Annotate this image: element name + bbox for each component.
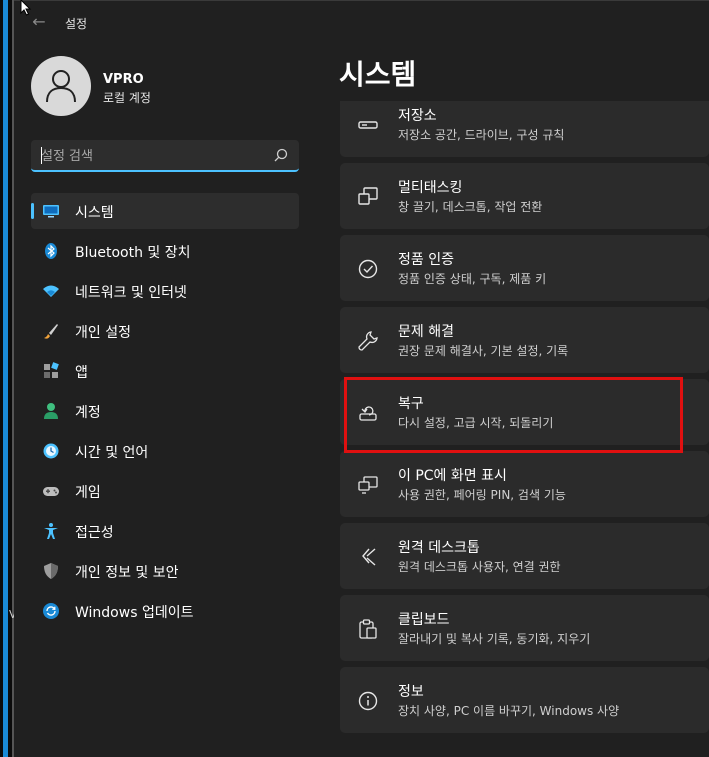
storage-icon (358, 121, 378, 129)
card-activation[interactable]: 정품 인증 정품 인증 상태, 구독, 제품 키 (340, 235, 709, 301)
sidebar-item-personalization[interactable]: 개인 설정 (31, 313, 299, 349)
card-storage[interactable]: 저장소 저장소 공간, 드라이브, 구성 규칙 (340, 101, 709, 157)
sidebar-item-label: 네트워크 및 인터넷 (75, 285, 187, 301)
card-title: 정보 (398, 684, 424, 700)
sidebar-item-label: 시스템 (75, 205, 114, 221)
bluetooth-icon (45, 243, 57, 259)
account-icon (44, 403, 58, 419)
card-about[interactable]: 정보 장치 사양, PC 이름 바꾸기, Windows 사양 (340, 667, 709, 733)
sidebar-item-time-language[interactable]: 시간 및 언어 (31, 433, 299, 469)
sidebar-item-label: 시간 및 언어 (75, 445, 149, 461)
wifi-icon (43, 285, 59, 297)
sidebar-item-label: Windows 업데이트 (75, 605, 194, 621)
card-subtitle: 장치 사양, PC 이름 바꾸기, Windows 사양 (398, 704, 620, 718)
user-silhouette-icon (46, 70, 76, 103)
sidebar-item-label: 접근성 (75, 525, 114, 541)
sidebar-item-bluetooth[interactable]: Bluetooth 및 장치 (31, 233, 299, 269)
clipboard-icon (359, 619, 377, 639)
card-title: 정품 인증 (398, 252, 454, 268)
sidebar-item-gaming[interactable]: 게임 (31, 473, 299, 509)
activation-check-icon (358, 259, 378, 279)
sidebar-item-accounts[interactable]: 계정 (31, 393, 299, 429)
multitasking-icon (358, 187, 378, 205)
sidebar-item-windows-update[interactable]: Windows 업데이트 (31, 593, 299, 629)
accessibility-icon (44, 523, 58, 539)
card-multitasking[interactable]: 멀티태스킹 창 끌기, 데스크톱, 작업 전환 (340, 163, 709, 229)
sidebar-item-label: Bluetooth 및 장치 (75, 245, 191, 261)
card-title: 원격 데스크톱 (398, 540, 480, 556)
card-subtitle: 원격 데스크톱 사용자, 연결 권한 (398, 560, 561, 574)
sidebar-item-label: 게임 (75, 485, 101, 501)
settings-window: ← 설정 VPRO 로컬 계정 시스템 (14, 0, 709, 757)
card-subtitle: 잘라내기 및 복사 기록, 동기화, 지우기 (398, 632, 591, 646)
brush-icon (44, 324, 58, 339)
card-subtitle: 저장소 공간, 드라이브, 구성 규칙 (398, 128, 565, 142)
card-subtitle: 사용 권한, 페어링 PIN, 검색 기능 (398, 488, 566, 502)
card-remote-desktop[interactable]: 원격 데스크톱 원격 데스크톱 사용자, 연결 권한 (340, 523, 709, 589)
card-project-to-pc[interactable]: 이 PC에 화면 표시 사용 권한, 페어링 PIN, 검색 기능 (340, 451, 709, 517)
sidebar-item-privacy-security[interactable]: 개인 정보 및 보안 (31, 553, 299, 589)
search-input[interactable] (41, 146, 261, 166)
project-screen-icon (358, 476, 378, 494)
title-bar: ← 설정 (14, 1, 709, 43)
card-title: 저장소 (398, 108, 437, 124)
card-title: 멀티태스킹 (398, 180, 463, 196)
update-icon (43, 603, 59, 619)
card-subtitle: 창 끌기, 데스크톱, 작업 전환 (398, 200, 543, 214)
sidebar-item-network[interactable]: 네트워크 및 인터넷 (31, 273, 299, 309)
desktop-blue-bar (3, 0, 8, 757)
text-caret (41, 147, 42, 164)
card-title: 문제 해결 (398, 324, 454, 340)
card-title: 클립보드 (398, 612, 450, 628)
avatar[interactable] (31, 56, 91, 116)
shield-icon (44, 563, 58, 579)
card-subtitle: 권장 문제 해결사, 기본 설정, 기록 (398, 344, 569, 358)
monitor-icon (43, 205, 59, 218)
card-subtitle: 정품 인증 상태, 구독, 제품 키 (398, 272, 547, 286)
gamepad-icon (43, 487, 59, 496)
user-name: VPRO (103, 72, 144, 87)
info-icon (358, 691, 378, 711)
sidebar-item-system[interactable]: 시스템 (31, 193, 299, 229)
clock-globe-icon (43, 443, 59, 459)
sidebar-item-label: 개인 정보 및 보안 (75, 565, 179, 581)
page-title: 시스템 (339, 58, 417, 91)
sidebar-item-label: 앱 (75, 365, 88, 381)
card-title: 이 PC에 화면 표시 (398, 468, 507, 484)
desktop-edge: V (0, 0, 17, 757)
wrench-icon (358, 331, 378, 351)
mouse-cursor-icon (20, 0, 32, 16)
app-title: 설정 (65, 17, 88, 31)
apps-icon (44, 362, 59, 378)
sidebar-item-label: 개인 설정 (75, 325, 131, 341)
sidebar-nav: 시스템 Bluetooth 및 장치 네트워크 및 인터넷 개인 설정 앱 계정… (31, 193, 299, 633)
remote-desktop-icon (362, 548, 376, 566)
account-type: 로컬 계정 (103, 91, 151, 105)
annotation-highlight-box (344, 377, 683, 453)
search-icon[interactable] (274, 148, 288, 162)
card-troubleshoot[interactable]: 문제 해결 권장 문제 해결사, 기본 설정, 기록 (340, 307, 709, 373)
card-clipboard[interactable]: 클립보드 잘라내기 및 복사 기록, 동기화, 지우기 (340, 595, 709, 661)
sidebar-item-label: 계정 (75, 405, 101, 421)
sidebar-item-accessibility[interactable]: 접근성 (31, 513, 299, 549)
sidebar-item-apps[interactable]: 앱 (31, 353, 299, 389)
search-box[interactable] (31, 140, 299, 172)
